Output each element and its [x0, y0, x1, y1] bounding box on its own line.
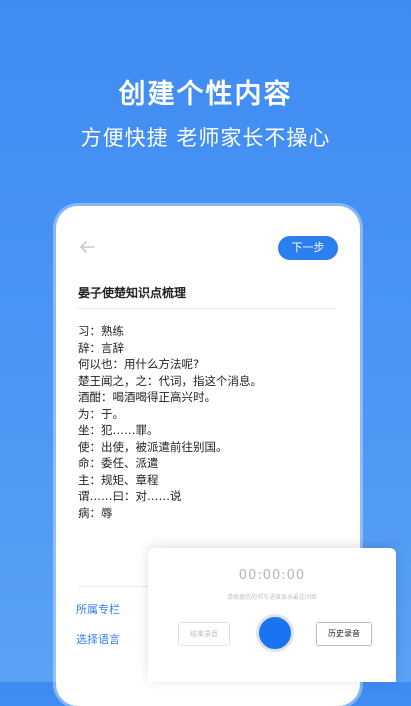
content-line: 坐：犯……罪。 — [78, 423, 159, 437]
content-line: 命：委任、派遣 — [78, 456, 159, 470]
end-recording-button[interactable]: 结束录音 — [178, 622, 230, 646]
column-selector-link[interactable]: 所属专栏 — [76, 601, 120, 617]
promo-headline: 创建个性内容 — [118, 79, 293, 110]
content-line: 楚王闻之，之：代词，指这个消息。 — [78, 373, 262, 388]
content-line: 辞：言辞 — [78, 340, 124, 355]
record-button[interactable] — [256, 614, 294, 652]
content-line: 酒酣：喝酒喝得正高兴时。 — [78, 390, 216, 404]
content-line: 主：规矩、章程 — [78, 472, 159, 487]
content-line: 使：出使，被派遣前往别国。 — [78, 439, 228, 454]
content-line: 何以也：用什么方法呢? — [78, 357, 200, 371]
document-title: 晏子使楚知识点梳理 — [78, 286, 187, 300]
recording-timer: 00:00:00 — [238, 568, 306, 583]
back-arrow-icon[interactable] — [78, 238, 96, 256]
document-content[interactable]: 习：熟练 辞：言辞 何以也：用什么方法呢? 楚王闻之，之：代词，指这个消息。 酒… — [78, 323, 340, 521]
title-divider — [78, 308, 336, 309]
content-line: 为：于。 — [78, 406, 124, 421]
recording-hint: 请根据您的书写进度录出最佳间距 — [226, 594, 317, 601]
history-recordings-button[interactable]: 历史录音 — [316, 622, 372, 646]
content-line: 谓……曰：对……说 — [78, 489, 182, 503]
content-line: 病：辱 — [78, 505, 113, 520]
content-line: 习：熟练 — [78, 324, 124, 338]
next-step-button[interactable]: 下一步 — [278, 236, 338, 260]
recording-panel: 00:00:00 请根据您的书写进度录出最佳间距 结束录音 历史录音 — [148, 548, 396, 682]
language-selector-link[interactable]: 选择语言 — [76, 631, 120, 647]
promo-subline: 方便快捷 老师家长不操心 — [80, 126, 331, 150]
